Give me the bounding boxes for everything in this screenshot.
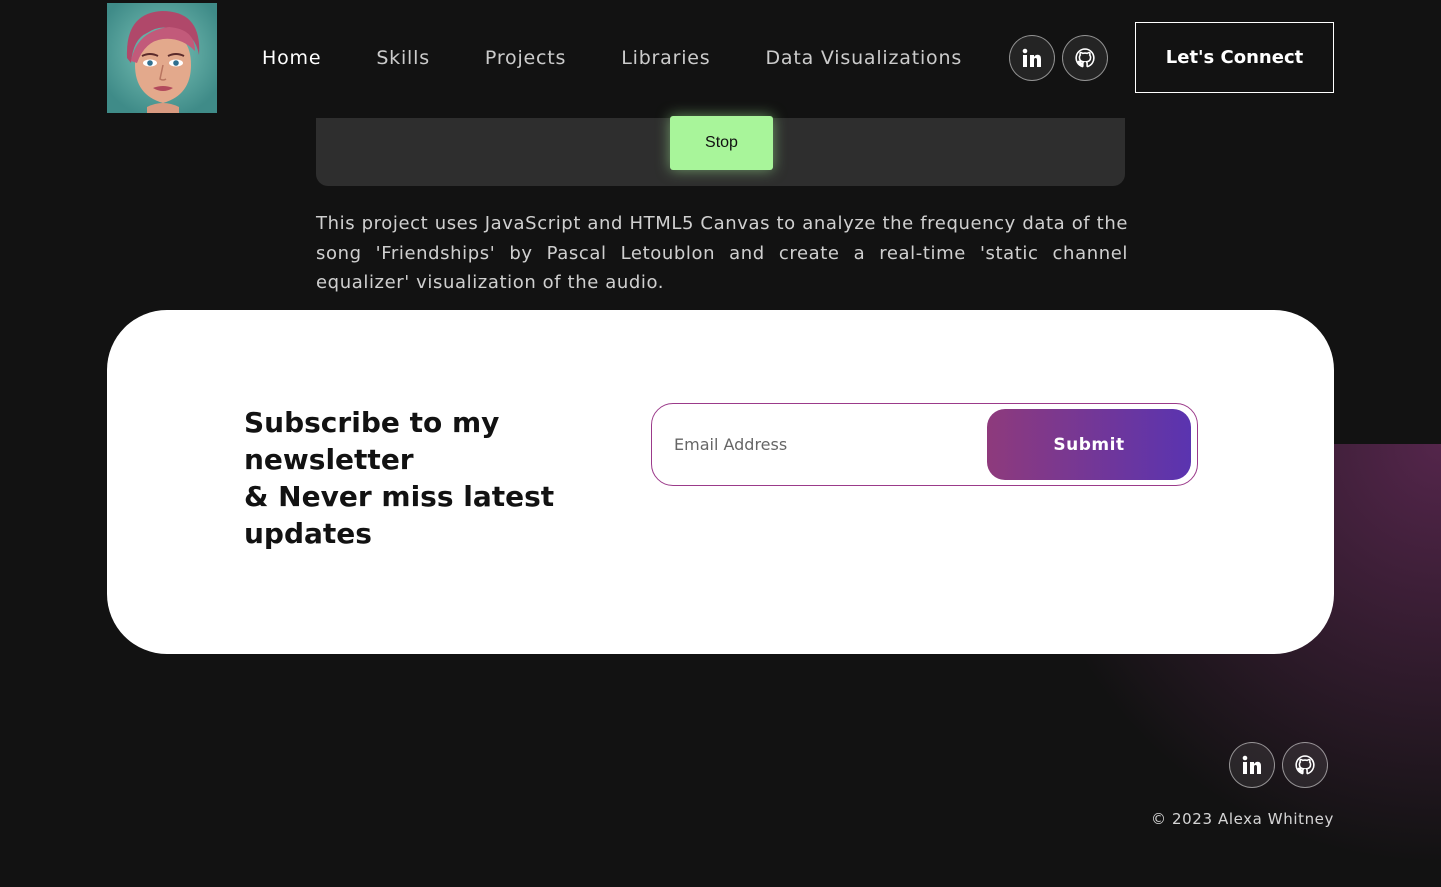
navbar: Home Skills Projects Libraries Data Visu… [0,0,1441,116]
newsletter-title-line2: & Never miss latest updates [244,480,555,550]
avatar-portrait [107,3,217,113]
linkedin-icon [1242,755,1261,774]
linkedin-icon [1022,48,1041,67]
newsletter-section: Subscribe to my newsletter & Never miss … [107,310,1334,654]
github-icon [1075,48,1095,68]
header-linkedin-button[interactable] [1009,35,1055,81]
submit-button[interactable]: Submit [987,409,1191,480]
email-input[interactable] [674,429,974,459]
page: Home Skills Projects Libraries Data Visu… [0,0,1441,887]
nav-home[interactable]: Home [262,44,321,72]
avatar-logo[interactable] [107,3,217,113]
newsletter-form: Submit [651,403,1198,486]
newsletter-title-line1: Subscribe to my newsletter [244,406,500,476]
nav-projects[interactable]: Projects [485,44,566,72]
lets-connect-button[interactable]: Let's Connect [1135,22,1334,93]
nav-links: Home Skills Projects Libraries Data Visu… [262,44,1017,72]
footer-linkedin-button[interactable] [1229,742,1275,788]
header-github-button[interactable] [1062,35,1108,81]
nav-skills[interactable]: Skills [376,44,430,72]
nav-libraries[interactable]: Libraries [621,44,710,72]
stop-button[interactable]: Stop [670,116,773,170]
nav-data-visualizations[interactable]: Data Visualizations [766,44,963,72]
project-description: This project uses JavaScript and HTML5 C… [316,213,1128,293]
newsletter-title: Subscribe to my newsletter & Never miss … [244,404,574,552]
footer-github-button[interactable] [1282,742,1328,788]
copyright-text: © 2023 Alexa Whitney [1151,810,1334,828]
github-icon [1295,755,1315,775]
